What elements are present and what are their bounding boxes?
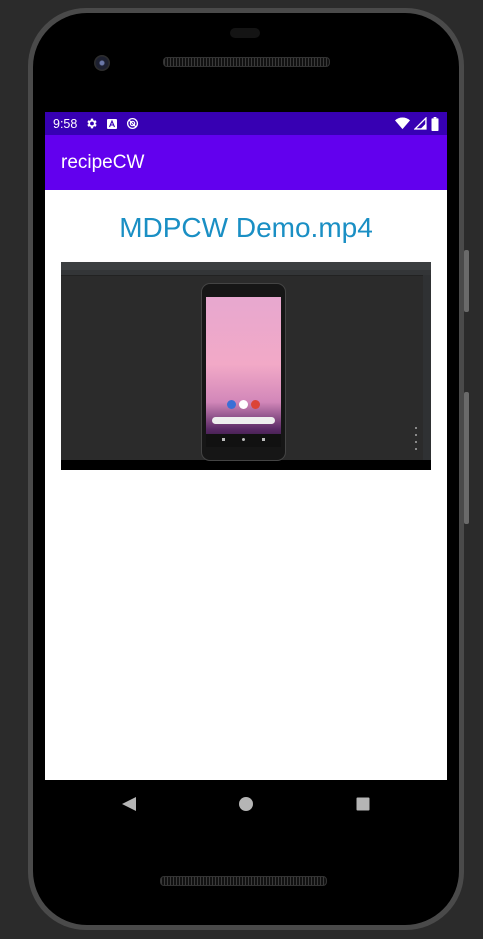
- navigation-bar: [45, 780, 447, 828]
- emulator-phone-image: [201, 283, 286, 461]
- wifi-icon: [395, 117, 410, 130]
- gear-icon: [87, 118, 97, 129]
- mini-app-icon: [251, 400, 260, 409]
- back-icon[interactable]: [121, 796, 137, 812]
- storage-a-icon: [107, 118, 118, 129]
- mini-app-icon: [227, 400, 236, 409]
- status-time: 9:58: [53, 116, 78, 131]
- video-thumbnail: [61, 262, 431, 461]
- mini-search-bar: [212, 417, 275, 424]
- mini-nav-bar: [206, 434, 281, 447]
- app-title: recipeCW: [61, 151, 145, 173]
- power-button[interactable]: [464, 250, 469, 312]
- battery-icon: [431, 116, 439, 131]
- app-bar: recipeCW: [45, 135, 447, 190]
- mini-app-icon: [239, 400, 248, 409]
- sync-circle-icon: [127, 117, 139, 130]
- ide-menubar: [61, 262, 431, 270]
- emulator-side-controls: [415, 427, 418, 455]
- ide-side-panel: [423, 275, 431, 460]
- volume-button[interactable]: [464, 392, 469, 524]
- status-bar: 9:58: [45, 112, 447, 135]
- video-title: MDPCW Demo.mp4: [119, 212, 373, 243]
- front-camera-icon: [94, 55, 110, 71]
- video-player[interactable]: [61, 262, 431, 470]
- bottom-speaker-grille: [160, 876, 327, 886]
- ide-toolbar: [61, 270, 431, 276]
- recents-icon[interactable]: [355, 796, 371, 812]
- signal-icon: [414, 117, 427, 130]
- earpiece-slot: [230, 28, 260, 38]
- emulator-screen-image: [206, 297, 281, 447]
- top-speaker-grille: [163, 57, 330, 67]
- device-screen: 9:58 recipeCW MDPCW Demo.mp4: [45, 112, 447, 780]
- home-icon[interactable]: [238, 796, 254, 812]
